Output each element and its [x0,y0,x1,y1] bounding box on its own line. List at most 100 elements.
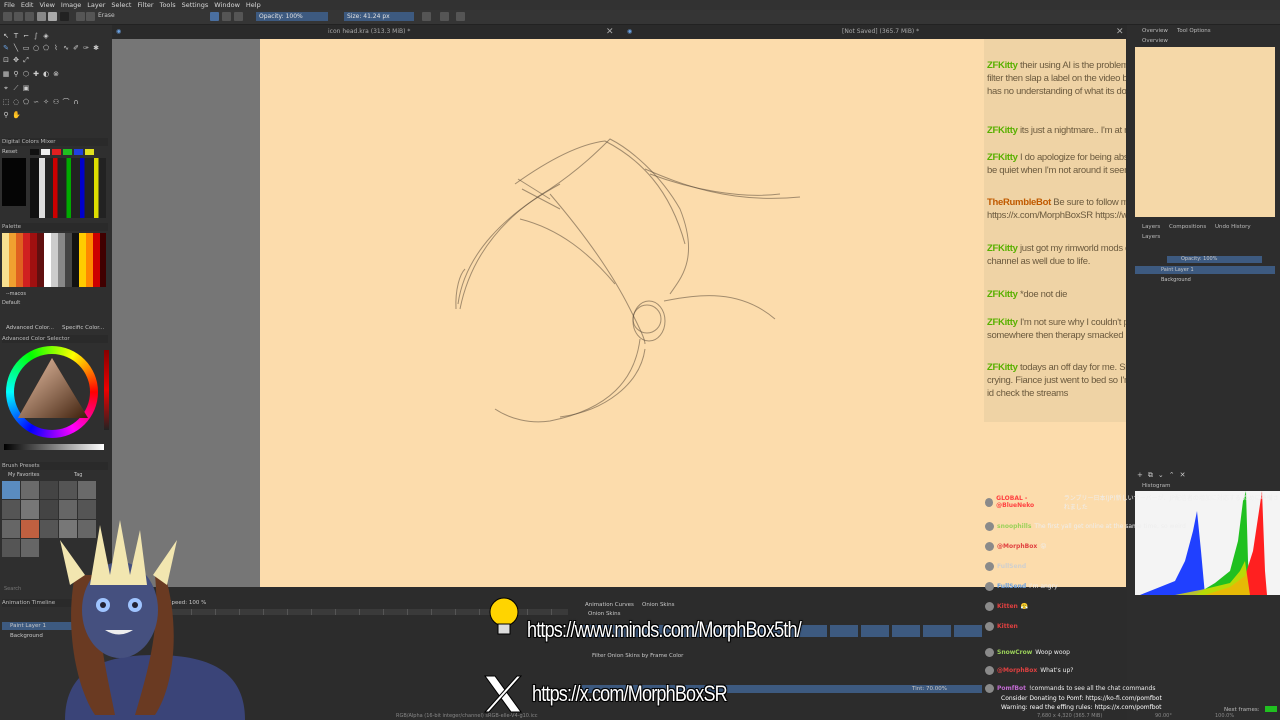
smart-patch-icon[interactable]: ✚ [32,70,40,78]
delete-layer-icon[interactable]: ✕ [1180,471,1186,480]
tab-specific-color[interactable]: Specific Color... [62,325,104,331]
mixer-sliders[interactable] [30,158,106,218]
brush-preset[interactable] [21,538,39,557]
menu-item[interactable]: Help [246,0,261,10]
fg-bg-color-icon[interactable] [60,12,69,21]
freehand-select-icon[interactable]: ∽ [32,98,40,106]
close-tab-icon[interactable]: ✕ [1116,25,1124,39]
pattern-icon[interactable] [48,12,57,21]
overview-thumbnail[interactable] [1135,47,1275,217]
brush-preset[interactable] [21,519,39,538]
mirror-h-icon[interactable] [422,12,431,21]
similar-select-icon[interactable]: ⚇ [52,98,60,106]
brush-preset[interactable] [2,519,20,538]
opacity-slider[interactable]: Opacity: 100% [256,12,328,21]
favorites-tag[interactable]: My Favorites [8,472,39,478]
value-slider[interactable] [4,444,104,450]
reference-images-icon[interactable]: ▣ [22,84,30,92]
layer-row[interactable]: Paint Layer 1 [1135,266,1275,274]
chat-username[interactable]: @MorphBox [997,543,1037,550]
dirty-preset-icon[interactable] [234,12,243,21]
menu-item[interactable]: Layer [87,0,105,10]
zoom-tool-icon[interactable]: ⚲ [2,111,10,119]
add-layer-icon[interactable]: + [1137,471,1143,480]
layer-row[interactable]: Background [1135,276,1275,284]
save-doc-icon[interactable] [25,12,34,21]
menu-item[interactable]: Settings [182,0,209,10]
menu-item[interactable]: File [4,0,15,10]
line-tool-icon[interactable]: ╲ [12,44,20,52]
chat-username[interactable]: SnowCrow [997,649,1032,656]
open-doc-icon[interactable] [14,12,23,21]
reload-preset-icon[interactable] [222,12,231,21]
tag-button[interactable]: Tag [74,472,82,478]
dynamic-brush-icon[interactable]: ✑ [82,44,90,52]
mixer-reset-button[interactable]: Reset [2,149,17,155]
brush-tool-icon[interactable]: ✎ [2,44,10,52]
select-tool-icon[interactable]: ↖ [2,32,10,40]
menu-item[interactable]: Window [214,0,240,10]
doc-tab[interactable]: [Not Saved] (365.7 MiB) * [842,25,919,39]
rectangle-tool-icon[interactable]: ▭ [22,44,30,52]
fill-icon[interactable]: ◈ [42,32,50,40]
brush-preset[interactable] [21,500,39,519]
multibrush-icon[interactable]: ✱ [92,44,100,52]
gradient-tool-icon[interactable]: ▦ [2,70,10,78]
tab-onion-skins[interactable]: Onion Skins [642,602,675,608]
chat-username[interactable]: Kitten [997,623,1018,630]
color-wheel[interactable] [6,346,98,438]
polyline-tool-icon[interactable]: ⌇ [52,44,60,52]
chat-username[interactable]: snoophills [997,523,1031,530]
enclose-fill-icon[interactable]: ⊗ [52,70,60,78]
menu-item[interactable]: Image [61,0,81,10]
doc-tab[interactable]: icon head.kra (313.3 MiB) * [328,25,410,39]
brush-preset[interactable] [59,481,77,500]
menu-item[interactable]: Select [111,0,131,10]
color-sampler-icon[interactable]: ⚲ [12,70,20,78]
wrap-icon[interactable] [456,12,465,21]
bezier-tool-icon[interactable]: ∿ [62,44,70,52]
edit-shapes-icon[interactable]: ⌐ [22,32,30,40]
tab-advanced-color[interactable]: Advanced Color... [6,325,54,331]
move-down-icon[interactable]: ⌄ [1158,471,1164,480]
mixer-swatch[interactable] [41,149,50,155]
magnetic-select-icon[interactable]: ∩ [72,98,80,106]
brush-preset-icon[interactable] [210,12,219,21]
mixer-swatch[interactable] [52,149,61,155]
brush-preset[interactable] [40,481,58,500]
eraser-mode-icon[interactable] [86,12,95,21]
fill-tool-icon[interactable]: ◐ [42,70,50,78]
new-doc-icon[interactable] [3,12,12,21]
brush-preset[interactable] [78,481,96,500]
mixer-swatch[interactable] [74,149,83,155]
mixer-swatch[interactable] [63,149,72,155]
rect-select-icon[interactable]: ⬚ [2,98,10,106]
chat-username[interactable]: FullSend [997,563,1026,570]
duplicate-layer-icon[interactable]: ⧉ [1148,471,1153,480]
move-up-icon[interactable]: ⌃ [1169,471,1175,480]
color-history-strip[interactable] [104,350,109,430]
menu-item[interactable]: Tools [160,0,176,10]
size-slider[interactable]: Size: 41.24 px [344,12,414,21]
brush-preset[interactable] [2,538,20,557]
crop-tool-icon[interactable]: ⊡ [2,56,10,64]
tab-animation-curves[interactable]: Animation Curves [585,602,634,608]
measure-tool-icon[interactable]: ⟋ [12,84,20,92]
pan-tool-icon[interactable]: ✋ [12,111,21,119]
move-tool-icon[interactable]: ✥ [12,56,20,64]
preserve-alpha-icon[interactable] [76,12,85,21]
tab-undo-history[interactable]: Undo History [1215,224,1251,230]
contiguous-select-icon[interactable]: ✧ [42,98,50,106]
chat-username[interactable]: Kitten [997,603,1018,610]
menu-item[interactable]: Filter [137,0,153,10]
mirror-v-icon[interactable] [440,12,449,21]
tab-layers[interactable]: Layers [1142,224,1160,230]
polygon-tool-icon[interactable]: ⬠ [42,44,50,52]
palette-name[interactable]: --macos [6,291,26,297]
menu-item[interactable]: View [39,0,54,10]
mixer-swatch[interactable] [85,149,94,155]
status-rotation[interactable]: 90.00° [1155,713,1172,719]
bezier-select-icon[interactable]: ⌒ [62,98,70,106]
ellipse-tool-icon[interactable]: ○ [32,44,40,52]
blend-mode-select[interactable]: Erase [98,12,115,19]
